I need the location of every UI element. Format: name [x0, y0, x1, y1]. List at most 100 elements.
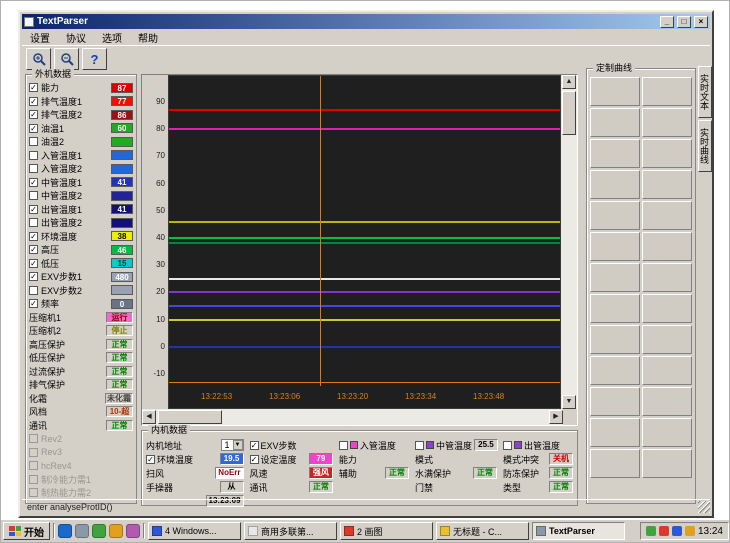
custom-panel-title: 定制曲线: [593, 63, 635, 73]
checkbox[interactable]: ✓: [250, 441, 259, 450]
custom-curve-slot[interactable]: [590, 108, 640, 137]
task-button[interactable]: 商用多联第...: [244, 522, 337, 540]
scroll-down-button[interactable]: ▼: [562, 395, 576, 409]
checkbox[interactable]: ✓: [29, 272, 38, 281]
indoor-label: 入管温度: [360, 439, 396, 452]
checkbox[interactable]: [29, 164, 38, 173]
checkbox[interactable]: ✓: [29, 232, 38, 241]
custom-curve-slot[interactable]: [642, 387, 692, 416]
side-tab[interactable]: 实时文本: [698, 66, 712, 118]
chevron-down-icon[interactable]: ▼: [233, 440, 243, 450]
outdoor-row: 出管温度2: [26, 216, 136, 230]
custom-curve-slot[interactable]: [590, 263, 640, 292]
help-button[interactable]: ?: [82, 48, 107, 70]
indoor-address-select[interactable]: 1▼: [221, 439, 244, 451]
checkbox[interactable]: [29, 137, 38, 146]
custom-curve-slot[interactable]: [642, 77, 692, 106]
checkbox[interactable]: ✓: [250, 455, 259, 464]
checkbox[interactable]: [29, 218, 38, 227]
scroll-right-button[interactable]: ▶: [549, 410, 563, 424]
scroll-up-button[interactable]: ▲: [562, 75, 576, 89]
horizontal-scrollbar-thumb[interactable]: [158, 410, 222, 424]
custom-curve-slot[interactable]: [642, 449, 692, 478]
custom-curve-slot[interactable]: [642, 356, 692, 385]
custom-curve-slot[interactable]: [590, 449, 640, 478]
title-bar[interactable]: TextParser _ □ ×: [22, 14, 710, 29]
ie-icon[interactable]: [58, 524, 72, 538]
checkbox[interactable]: [339, 441, 348, 450]
input-method-icon[interactable]: [685, 526, 695, 536]
checkbox[interactable]: ✓: [29, 205, 38, 214]
custom-curve-slot[interactable]: [590, 170, 640, 199]
checkbox[interactable]: ✓: [29, 110, 38, 119]
close-button[interactable]: ×: [694, 16, 708, 28]
custom-curve-slot[interactable]: [642, 170, 692, 199]
checkbox[interactable]: ✓: [29, 83, 38, 92]
custom-curve-slot[interactable]: [642, 418, 692, 447]
custom-curve-slot[interactable]: [642, 139, 692, 168]
checkbox[interactable]: [29, 448, 38, 457]
checkbox[interactable]: [29, 488, 38, 497]
custom-curve-slot[interactable]: [590, 77, 640, 106]
checkbox[interactable]: ✓: [29, 124, 38, 133]
side-tab[interactable]: 实时曲线: [698, 120, 712, 172]
custom-curve-slot[interactable]: [642, 294, 692, 323]
checkbox[interactable]: [29, 151, 38, 160]
horizontal-scrollbar[interactable]: ◀ ▶: [142, 409, 563, 425]
menu-item[interactable]: 协议: [58, 29, 94, 46]
menu-item[interactable]: 选项: [94, 29, 130, 46]
checkbox[interactable]: ✓: [29, 245, 38, 254]
checkbox[interactable]: [29, 434, 38, 443]
custom-curve-slot[interactable]: [590, 201, 640, 230]
checkbox[interactable]: [415, 441, 424, 450]
media-player-icon[interactable]: [92, 524, 106, 538]
task-button[interactable]: 2 画图: [340, 522, 433, 540]
checkbox[interactable]: [29, 286, 38, 295]
vertical-scrollbar-thumb[interactable]: [562, 91, 576, 135]
checkbox[interactable]: [29, 461, 38, 470]
custom-curve-slot[interactable]: [590, 325, 640, 354]
antivirus-icon[interactable]: [672, 526, 682, 536]
chart-plot[interactable]: 13:22:5313:23:0613:23:2013:23:3413:23:48: [168, 75, 561, 409]
checkbox[interactable]: ✓: [29, 178, 38, 187]
custom-curve-slot[interactable]: [590, 139, 640, 168]
chart-line: [169, 278, 560, 280]
task-button[interactable]: TextParser: [532, 522, 625, 540]
menu-item[interactable]: 帮助: [130, 29, 166, 46]
maximize-button[interactable]: □: [677, 16, 691, 28]
custom-curve-slot[interactable]: [590, 232, 640, 261]
custom-curve-slot[interactable]: [642, 108, 692, 137]
custom-curve-slot[interactable]: [590, 418, 640, 447]
custom-curve-slot[interactable]: [642, 263, 692, 292]
scroll-left-button[interactable]: ◀: [142, 410, 156, 424]
custom-curve-slot[interactable]: [590, 356, 640, 385]
menu-item[interactable]: 设置: [22, 29, 58, 46]
vertical-scrollbar[interactable]: ▲ ▼: [561, 75, 577, 409]
zoom-in-button[interactable]: [26, 48, 51, 70]
custom-curve-slot[interactable]: [642, 201, 692, 230]
show-desktop-icon[interactable]: [75, 524, 89, 538]
checkbox[interactable]: ✓: [146, 455, 155, 464]
outdoor-panel-title: 外机数据: [32, 69, 74, 79]
task-button[interactable]: 无标题 - C...: [436, 522, 529, 540]
custom-curve-slot[interactable]: [590, 387, 640, 416]
checkbox[interactable]: ✓: [29, 259, 38, 268]
resize-grip[interactable]: [698, 501, 710, 513]
volume-icon[interactable]: [659, 526, 669, 536]
start-button[interactable]: 开始: [3, 522, 50, 540]
checkbox[interactable]: ✓: [29, 299, 38, 308]
custom-curve-slot[interactable]: [590, 294, 640, 323]
checkbox[interactable]: [29, 191, 38, 200]
mail-icon[interactable]: [126, 524, 140, 538]
network-icon[interactable]: [646, 526, 656, 536]
custom-curve-slot[interactable]: [642, 325, 692, 354]
checkbox[interactable]: [503, 441, 512, 450]
minimize-button[interactable]: _: [660, 16, 674, 28]
zoom-out-button[interactable]: [54, 48, 79, 70]
indoor-label: 防冻保护: [503, 467, 539, 480]
folder-icon[interactable]: [109, 524, 123, 538]
task-button[interactable]: 4 Windows...: [148, 522, 241, 540]
custom-curve-slot[interactable]: [642, 232, 692, 261]
checkbox[interactable]: [29, 475, 38, 484]
checkbox[interactable]: ✓: [29, 97, 38, 106]
